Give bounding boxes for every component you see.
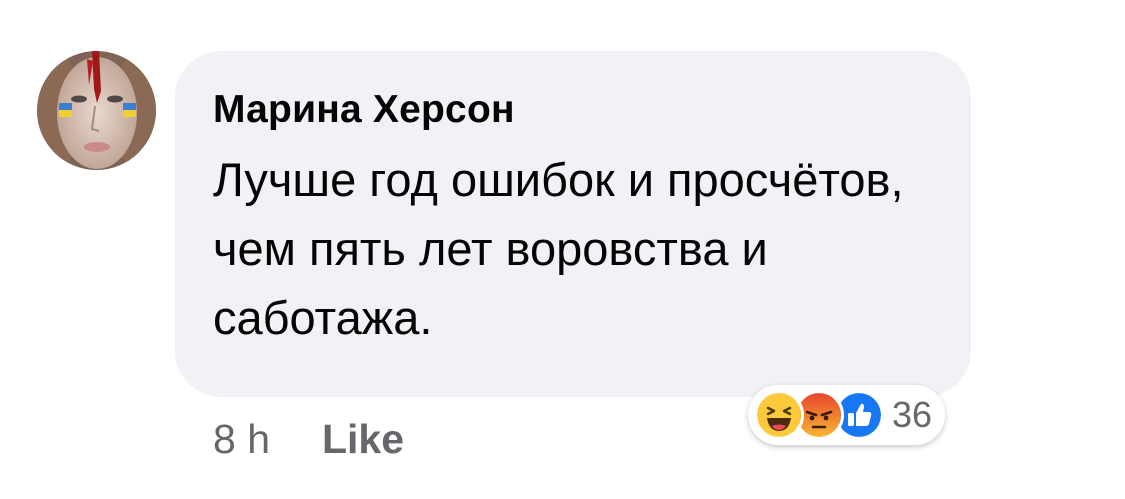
comment-meta: 8 h Like [213,414,404,464]
comment-text: Лучше год ошибок и просчётов, чем пять л… [213,153,904,344]
like-button[interactable]: Like [322,414,404,464]
avatar-image [37,51,156,170]
haha-icon [754,390,804,440]
comment-bubble: Марина Херсон Лучше год ошибок и просчёт… [175,51,971,397]
reactions-summary[interactable]: 36 [748,385,946,445]
comment-timestamp[interactable]: 8 h [213,414,270,464]
reaction-count: 36 [892,394,933,435]
avatar[interactable] [37,51,156,170]
comment-author[interactable]: Марина Херсон [213,85,931,135]
